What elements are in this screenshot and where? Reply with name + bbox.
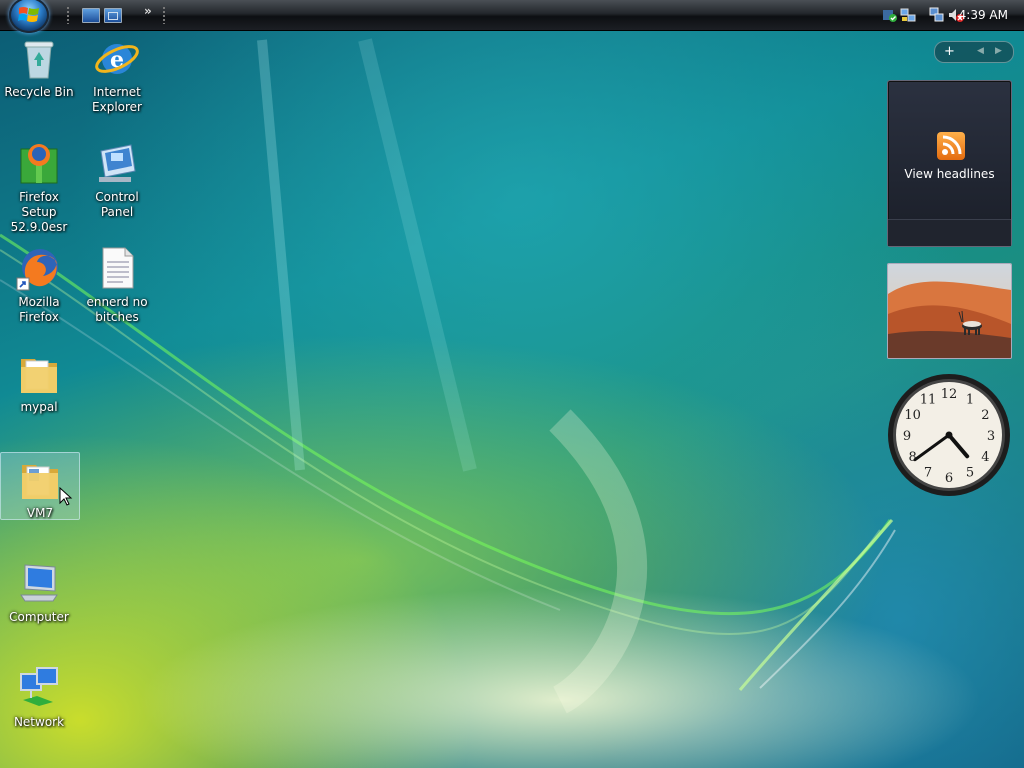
desktop-icon-label: VM7 (26, 506, 54, 520)
clock-number: 3 (987, 429, 995, 444)
start-button[interactable] (9, 0, 49, 33)
taskbar-clock[interactable]: 4:39 AM (959, 8, 1008, 22)
network-icon (15, 664, 63, 712)
clock-number: 12 (941, 387, 958, 402)
desktop-icon-firefox-setup[interactable]: Firefox Setup 52.9.0esr (0, 139, 78, 235)
folder-icon (16, 455, 64, 503)
view-headlines-label[interactable]: View headlines (888, 167, 1011, 181)
desktop-icon-label: Mozilla Firefox (18, 295, 60, 324)
toolbar-grip[interactable] (162, 6, 166, 24)
folder-icon (15, 349, 63, 397)
desktop-icon-label: Firefox Setup 52.9.0esr (10, 190, 68, 234)
add-gadget-button[interactable]: + (944, 44, 955, 59)
clock-number: 4 (981, 450, 989, 465)
mouse-cursor-icon (59, 487, 73, 506)
toolbar-grip[interactable] (66, 6, 70, 24)
desktop-icon-label: Network (13, 715, 65, 729)
clock-number: 7 (924, 465, 932, 480)
next-page-button[interactable]: ▶ (995, 46, 1002, 56)
internet-explorer-icon: e (93, 34, 141, 82)
clock-number: 6 (945, 471, 953, 486)
desktop-icon-mozilla-firefox[interactable]: Mozilla Firefox (0, 244, 78, 325)
computer-icon (15, 559, 63, 607)
quick-launch-more-icon[interactable]: » (144, 4, 152, 18)
clock-gadget[interactable]: 12 1 2 3 4 5 6 7 8 9 10 11 (886, 372, 1012, 498)
desktop-icon-label: ennerd no bitches (86, 295, 148, 324)
firefox-icon (15, 244, 63, 292)
desktop-icon-computer[interactable]: Computer (0, 559, 78, 625)
feed-headlines-gadget[interactable]: View headlines (887, 80, 1012, 247)
wallpaper-streaks (0, 38, 896, 714)
windows-logo-icon (18, 7, 39, 22)
network-icon[interactable] (929, 7, 945, 23)
desktop-icon-mypal[interactable]: mypal (0, 349, 78, 415)
clock-number: 2 (981, 408, 989, 423)
clock-number: 11 (920, 393, 937, 408)
desktop-icon-label: Control Panel (95, 190, 139, 219)
clock-number: 9 (903, 429, 911, 444)
text-file-icon (93, 244, 141, 292)
switch-windows-icon[interactable] (104, 8, 122, 23)
sidebar-controls: + ◀ ▶ (934, 41, 1014, 63)
desktop-icon-recycle-bin[interactable]: Recycle Bin (0, 34, 78, 100)
clock-number: 10 (904, 408, 921, 423)
desktop-icon-label: Computer (9, 610, 69, 624)
desktop-icon-vm7[interactable]: VM7 (0, 452, 80, 520)
firefox-installer-icon (15, 139, 63, 187)
rss-icon (937, 132, 965, 160)
show-desktop-icon[interactable] (82, 8, 100, 23)
control-panel-icon (93, 139, 141, 187)
desktop-icon-network[interactable]: Network (0, 664, 78, 730)
recycle-bin-icon (15, 34, 63, 82)
slideshow-gadget[interactable] (887, 263, 1012, 359)
system-tray: 4:39 AM (866, 0, 1024, 30)
oryx-desert-photo (888, 264, 1011, 358)
desktop-icon-label: Internet Explorer (92, 85, 142, 114)
clock-number: 1 (966, 393, 974, 408)
windows-defender-icon[interactable] (882, 7, 898, 23)
desktop-icon-control-panel[interactable]: Control Panel (78, 139, 156, 220)
desktop-icon-label: mypal (20, 400, 58, 414)
previous-page-button[interactable]: ◀ (977, 46, 984, 56)
clock-number: 5 (966, 465, 974, 480)
network-connections-icon[interactable] (900, 7, 916, 23)
taskbar: » 4:39 AM (0, 0, 1024, 33)
desktop-icon-ennerd-file[interactable]: ennerd no bitches (78, 244, 156, 325)
desktop-icon-internet-explorer[interactable]: e Internet Explorer (78, 34, 156, 115)
desktop-icon-label: Recycle Bin (4, 85, 74, 99)
feed-gadget-footer (888, 219, 1011, 246)
